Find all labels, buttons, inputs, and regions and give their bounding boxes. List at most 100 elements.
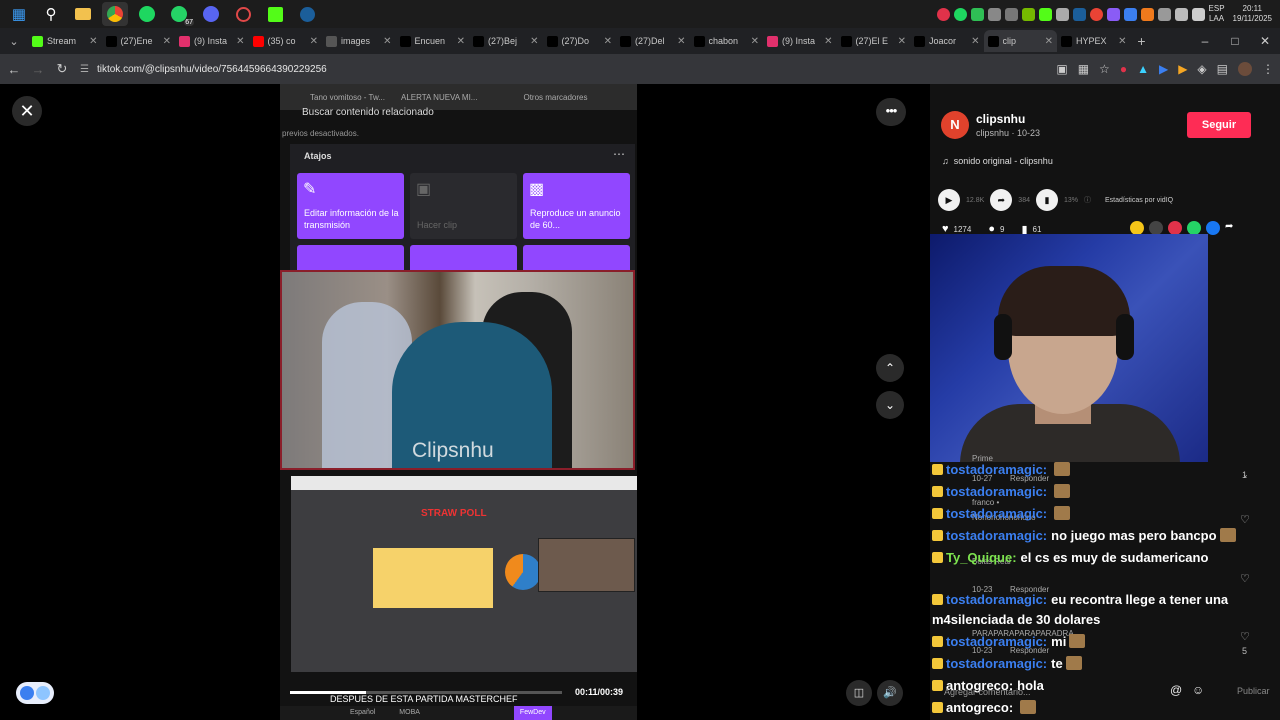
minimize-icon[interactable]: – [1190, 34, 1220, 48]
tab-close-icon[interactable]: ✕ [236, 36, 244, 47]
browser-tab[interactable]: (27)Do ✕ [543, 30, 617, 52]
share-arrow-icon[interactable]: ➦ [1225, 221, 1239, 235]
tray-network-icon[interactable] [1174, 7, 1188, 21]
browser-tab[interactable]: (27)Del ✕ [616, 30, 690, 52]
floating-player-icon[interactable]: ◫ [846, 680, 872, 706]
tray-monitor-icon[interactable] [1055, 7, 1069, 21]
search-icon[interactable]: ⚲ [38, 2, 64, 26]
comment-2-heart-icon[interactable]: ♡ [1240, 513, 1250, 526]
tab-close-icon[interactable]: ✕ [89, 36, 97, 47]
reload-icon[interactable]: ↻ [50, 61, 74, 77]
side-panel-icon[interactable]: ▤ [1217, 62, 1228, 76]
tray-bluetooth-icon[interactable] [1004, 7, 1018, 21]
tab-close-icon[interactable]: ✕ [530, 36, 538, 47]
tray-green-icon[interactable] [970, 7, 984, 21]
browser-tab[interactable]: (9) Insta ✕ [175, 30, 249, 52]
windows-start-icon[interactable]: ▦ [6, 2, 32, 26]
follow-button[interactable]: Seguir [1187, 112, 1251, 138]
emoji-icon[interactable]: ☺ [1192, 683, 1204, 697]
browser-tab[interactable]: HYPEX ✕ [1057, 30, 1131, 52]
share-red-icon[interactable] [1168, 221, 1182, 235]
browser-tab[interactable]: (27)Bej ✕ [469, 30, 543, 52]
volume-icon[interactable]: 🔊 [877, 680, 903, 706]
extension-toggle[interactable] [16, 682, 54, 704]
browser-tab[interactable]: (27)El E ✕ [837, 30, 911, 52]
new-tab-button[interactable]: + [1131, 33, 1153, 49]
spotify-icon[interactable] [134, 2, 160, 26]
discord-icon[interactable] [198, 2, 224, 26]
tray-mic-icon[interactable] [1157, 7, 1171, 21]
tray-gamepad-icon[interactable] [987, 7, 1001, 21]
share-coin-icon[interactable] [1130, 221, 1144, 235]
tray-purple-icon[interactable] [1106, 7, 1120, 21]
tab-close-icon[interactable]: ✕ [604, 36, 612, 47]
browser-tab[interactable]: images ✕ [322, 30, 396, 52]
tray-volume-icon[interactable] [1191, 7, 1205, 21]
more-options-icon[interactable]: ••• [876, 98, 906, 126]
file-explorer-icon[interactable] [70, 2, 96, 26]
chrome-icon[interactable] [102, 2, 128, 26]
whatsapp-share-icon[interactable] [1187, 221, 1201, 235]
tab-search-icon[interactable]: ⌄ [0, 35, 28, 48]
browser-tab[interactable]: Joacor ✕ [910, 30, 984, 52]
tab-close-icon[interactable]: ✕ [1118, 36, 1126, 47]
tray-steam-icon[interactable] [1072, 7, 1086, 21]
tab-close-icon[interactable]: ✕ [163, 36, 171, 47]
language-indicator[interactable]: ESP LAA [1209, 4, 1225, 24]
tray-red-icon[interactable] [936, 7, 950, 21]
tray-blue-icon[interactable] [1123, 7, 1137, 21]
author-avatar[interactable]: N [941, 111, 969, 139]
embed-icon[interactable] [1149, 221, 1163, 235]
tray-kick-icon[interactable] [1038, 7, 1052, 21]
browser-tab[interactable]: (27)Ene ✕ [102, 30, 176, 52]
post-button[interactable]: Publicar [1237, 686, 1270, 696]
sound-link[interactable]: ♫ sonido original - clipsnhu [942, 156, 1053, 166]
url-field[interactable]: ☰ tiktok.com/@clipsnhu/video/75644596643… [80, 58, 980, 80]
tab-close-icon[interactable]: ✕ [898, 36, 906, 47]
install-icon[interactable]: ▣ [1056, 62, 1067, 76]
tab-close-icon[interactable]: ✕ [971, 36, 979, 47]
forward-icon[interactable]: → [26, 62, 50, 77]
mention-icon[interactable]: @ [1170, 683, 1182, 697]
comment-4-heart-icon[interactable]: ♡ [1240, 630, 1250, 643]
tab-close-icon[interactable]: ✕ [457, 36, 465, 47]
extensions-icon[interactable]: ◈ [1197, 62, 1206, 76]
profile-avatar-icon[interactable] [1238, 62, 1252, 76]
back-icon[interactable]: ← [2, 62, 26, 77]
ext-blue-icon[interactable]: ▶ [1159, 62, 1168, 76]
video-player[interactable]: Tano vomitoso - Tw... ALERTA NUEVA MI...… [280, 84, 637, 720]
ext-red-icon[interactable]: ● [1120, 62, 1127, 76]
comment-3-heart-icon[interactable]: ♡ [1240, 572, 1250, 585]
steam-icon[interactable] [294, 2, 320, 26]
tray-nvidia-icon[interactable] [1021, 7, 1035, 21]
translate-icon[interactable]: ▦ [1078, 62, 1089, 76]
close-window-icon[interactable]: ✕ [1250, 34, 1280, 48]
tab-close-icon[interactable]: ✕ [310, 36, 318, 47]
bookmark-star-icon[interactable]: ☆ [1099, 62, 1110, 76]
tray-chrome-icon[interactable] [1089, 7, 1103, 21]
facebook-share-icon[interactable] [1206, 221, 1220, 235]
browser-tab[interactable]: (9) Insta ✕ [763, 30, 837, 52]
browser-tab[interactable]: Stream ✕ [28, 30, 102, 52]
ext-orange-icon[interactable]: ▶ [1178, 62, 1187, 76]
ext-vidiq-icon[interactable]: ▲ [1137, 62, 1149, 76]
tab-close-icon[interactable]: ✕ [677, 36, 685, 47]
clock-app-icon[interactable] [230, 2, 256, 26]
browser-tab[interactable]: Encuen ✕ [396, 30, 470, 52]
system-clock[interactable]: 20:11 19/11/2025 [1233, 4, 1272, 24]
browser-tab[interactable]: (35) co ✕ [249, 30, 323, 52]
tray-spotify-icon[interactable] [953, 7, 967, 21]
tab-close-icon[interactable]: ✕ [383, 36, 391, 47]
browser-tab[interactable]: clip ✕ [983, 30, 1057, 52]
tab-close-icon[interactable]: ✕ [751, 36, 759, 47]
whatsapp-icon[interactable]: 67 [166, 2, 194, 26]
kick-icon[interactable] [262, 2, 288, 26]
browser-tab[interactable]: chabon ✕ [690, 30, 764, 52]
next-video-icon[interactable]: ⌄ [876, 391, 904, 419]
author-username[interactable]: clipsnhu [976, 112, 1025, 126]
chrome-menu-icon[interactable]: ⋮ [1262, 62, 1274, 76]
site-info-icon[interactable]: ☰ [80, 64, 89, 75]
tray-orange-icon[interactable] [1140, 7, 1154, 21]
previous-video-icon[interactable]: ⌃ [876, 354, 904, 382]
tab-close-icon[interactable]: ✕ [1045, 36, 1053, 47]
